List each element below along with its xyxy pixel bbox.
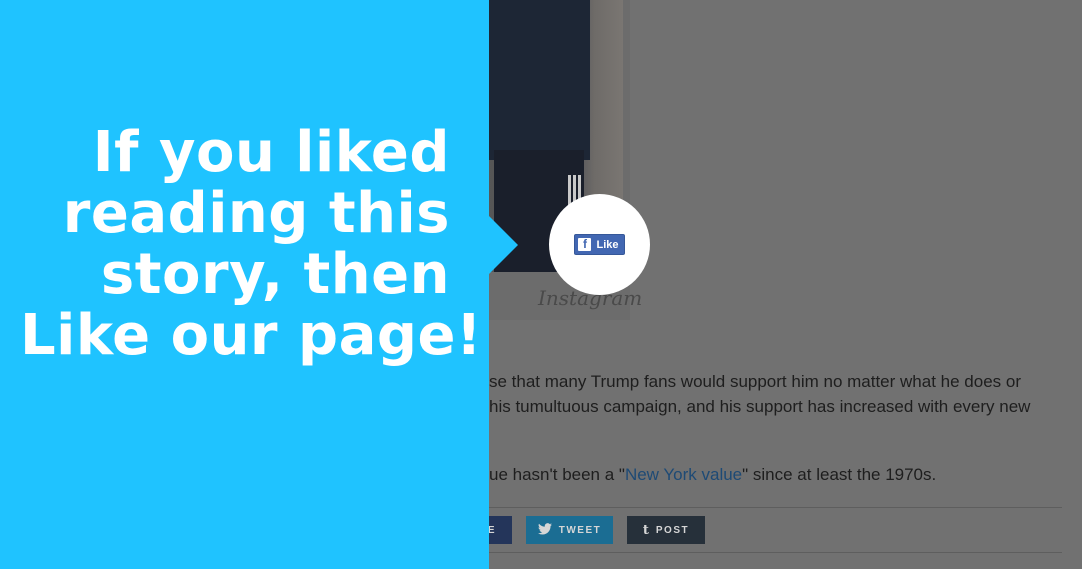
like-prompt-headline: If you liked reading this story, then Li…: [20, 120, 483, 368]
divider: [489, 552, 1062, 553]
tweet-button[interactable]: TWEET: [526, 516, 613, 544]
like-prompt-panel: If you liked reading this story, then Li…: [0, 0, 489, 569]
headline-line: reading this: [62, 181, 450, 246]
like-label: Like: [596, 238, 619, 251]
tumblr-post-button[interactable]: t POST: [627, 516, 705, 544]
facebook-share-label: E: [487, 524, 496, 536]
line-suffix: " since at least the 1970s.: [742, 465, 937, 484]
paragraph-line: ue hasn't been a "New York value" since …: [489, 462, 936, 487]
headline-line: If you liked: [92, 120, 450, 185]
twitter-bird-icon: [537, 522, 552, 538]
paragraph-line: his tumultuous campaign, and his support…: [489, 397, 1031, 416]
headline-line: Like our page!: [20, 303, 483, 368]
post-label: POST: [655, 524, 690, 536]
tumblr-icon: t: [642, 522, 649, 538]
line-prefix: ue hasn't been a ": [489, 465, 625, 484]
divider: [489, 507, 1062, 508]
like-button-circle: f Like: [549, 194, 650, 295]
headline-line: story, then: [100, 242, 450, 307]
new-york-value-link[interactable]: New York value: [625, 465, 742, 484]
facebook-f-icon: f: [578, 238, 592, 251]
facebook-like-button[interactable]: f Like: [574, 234, 625, 255]
panel-pointer-arrow: [489, 216, 518, 274]
paragraph-line: se that many Trump fans would support hi…: [489, 372, 1021, 391]
tweet-label: TWEET: [558, 524, 602, 536]
